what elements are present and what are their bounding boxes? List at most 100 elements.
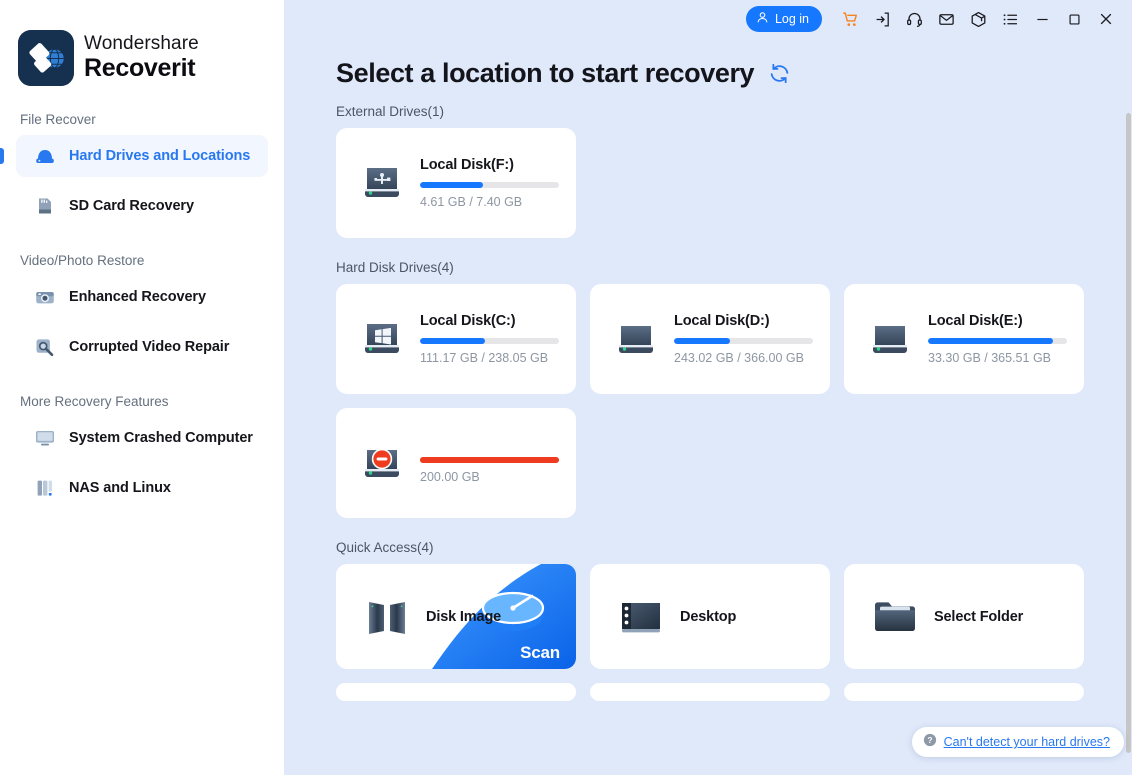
hard-drive-icon [612,315,660,363]
sidebar-item-label: Hard Drives and Locations [69,148,251,164]
recoverit-logo-icon [18,30,74,86]
disk-image-icon [364,594,410,640]
sidebar-item-label: NAS and Linux [69,480,171,496]
content-scroll-area[interactable]: External Drives(1) Local Disk(F:) 4.61 GB … [284,104,1132,775]
quick-access-card-partial[interactable] [590,683,830,701]
drive-usage-bar [420,456,559,463]
brand-line-1: Wondershare [84,33,199,55]
scan-label: Scan [520,643,560,662]
refresh-icon[interactable] [768,62,791,85]
section-quick-access-4: Quick Access(4) Scan Disk Image Desktop Sele… [336,540,1104,701]
main-panel: Log in Select a location to start recove… [284,0,1132,775]
section-label: Quick Access(4) [336,540,434,555]
svg-text:?: ? [927,735,932,745]
drive-usage-bar-fill [928,338,1054,344]
drive-usage-bar-fill [420,182,483,188]
close-icon[interactable] [1090,4,1122,34]
sidebar-item-sd-card-recovery[interactable]: SD Card Recovery [16,185,268,227]
window-titlebar: Log in [284,0,1132,38]
headset-support-icon[interactable] [898,4,930,34]
quick-access-card[interactable]: Scan Disk Image [336,564,576,669]
drive-size-text: 111.17 GB / 238.05 GB [420,351,549,365]
quick-access-label: Disk Image [426,608,502,625]
user-icon [756,11,769,27]
drive-card[interactable]: Local Disk(C:) 111.17 GB / 238.05 GB [336,284,576,394]
sidebar-group-label: File Recover [20,112,96,127]
maximize-icon[interactable] [1058,4,1090,34]
sidebar-group-label: More Recovery Features [20,394,169,409]
drive-card[interactable]: Local Disk(D:) 243.02 GB / 366.00 GB [590,284,830,394]
sidebar-item-label: SD Card Recovery [69,198,194,214]
sidebar-item-label: Enhanced Recovery [69,289,206,305]
sidebar-nav: File Recover Hard Drives and Locations SD … [0,112,284,509]
card-grid: Scan Disk Image Desktop Select Folder [336,564,1104,701]
card-grid: Local Disk(C:) 111.17 GB / 238.05 GB Local… [336,284,1104,518]
cant-detect-drives-link[interactable]: Can't detect your hard drives? [944,735,1110,749]
sidebar-item-system-crashed-computer[interactable]: System Crashed Computer [16,417,268,459]
sidebar-item-enhanced-recovery[interactable]: Enhanced Recovery [16,276,268,318]
sidebar-item-corrupted-video-repair[interactable]: Corrupted Video Repair [16,326,268,368]
folder-icon [872,594,918,640]
page-header: Select a location to start recovery [284,38,1132,89]
drive-meta: Local Disk(E:) 33.30 GB / 365.51 GB [928,313,1085,365]
drive-usage-bar [420,182,559,188]
desktop-icon [618,594,664,640]
quick-access-card[interactable]: Select Folder [844,564,1084,669]
vertical-scrollbar[interactable] [1126,113,1131,753]
login-button[interactable]: Log in [745,6,822,32]
cant-detect-drives-tooltip: ? Can't detect your hard drives? [911,727,1124,757]
hard-drive-icon [34,145,56,167]
brand-line-2: Recoverit [84,54,196,83]
card-grid: Local Disk(F:) 4.61 GB / 7.40 GB [336,128,1104,238]
sidebar: Wondershare Recoverit File Recover Hard D… [0,0,284,775]
page-title: Select a location to start recovery [336,58,755,88]
usb-drive-icon [358,159,406,207]
quick-access-card-partial[interactable] [844,683,1084,701]
quick-access-card-partial[interactable] [336,683,576,701]
mail-icon[interactable] [930,4,962,34]
nas-server-icon [34,477,56,499]
drive-meta: Local Disk(F:) 4.61 GB / 7.40 GB [420,157,577,209]
drive-usage-bar [674,338,813,344]
sign-in-icon[interactable] [866,4,898,34]
lost-partition-icon [358,439,406,487]
drive-size-text: 200.00 GB [420,469,480,484]
package-box-icon[interactable] [962,4,994,34]
drive-meta: Local Disk(D:) 243.02 GB / 366.00 GB [674,313,831,365]
list-menu-icon[interactable] [994,4,1026,34]
windows-drive-icon [358,315,406,363]
drive-size-text: 243.02 GB / 366.00 GB [674,351,804,365]
login-button-label: Log in [774,12,809,26]
drive-name: Local Disk(E:) [928,313,1023,329]
drive-card[interactable]: Local Disk(E:) 33.30 GB / 365.51 GB [844,284,1084,394]
sidebar-item-nas-and-linux[interactable]: NAS and Linux [16,467,268,509]
quick-access-label: Desktop [680,608,737,625]
cart-icon[interactable] [834,4,866,34]
drive-size-text: 33.30 GB / 365.51 GB [928,351,1051,365]
video-repair-icon [34,336,56,358]
drive-size-text: 4.61 GB / 7.40 GB [420,195,523,209]
sd-card-icon [34,195,56,217]
question-mark-icon: ? [923,733,937,752]
recoverit-window: Wondershare Recoverit File Recover Hard D… [0,0,1132,775]
drive-usage-bar [928,338,1067,344]
sidebar-item-label: System Crashed Computer [69,430,253,446]
drive-name: Local Disk(C:) [420,313,516,329]
camera-icon [34,286,56,308]
drive-card[interactable]: 200.00 GB [336,408,576,518]
drive-meta: 200.00 GB [420,443,577,484]
drive-usage-bar-fill [420,338,486,344]
drive-usage-bar-fill [420,456,559,463]
sidebar-group-label: Video/Photo Restore [20,253,145,268]
hard-drive-icon [866,315,914,363]
monitor-icon [34,427,56,449]
section-label: External Drives(1) [336,104,445,119]
sidebar-item-hard-drives-and-locations[interactable]: Hard Drives and Locations [0,135,268,177]
minimize-icon[interactable] [1026,4,1058,34]
quick-access-card[interactable]: Desktop [590,564,830,669]
drive-card[interactable]: Local Disk(F:) 4.61 GB / 7.40 GB [336,128,576,238]
section-hard-disk-drives-4: Hard Disk Drives(4) Local Disk(C:) 111.17 … [336,260,1104,518]
drive-usage-bar [420,338,559,344]
drive-name: Local Disk(F:) [420,157,514,173]
app-logo: Wondershare Recoverit [0,0,284,86]
